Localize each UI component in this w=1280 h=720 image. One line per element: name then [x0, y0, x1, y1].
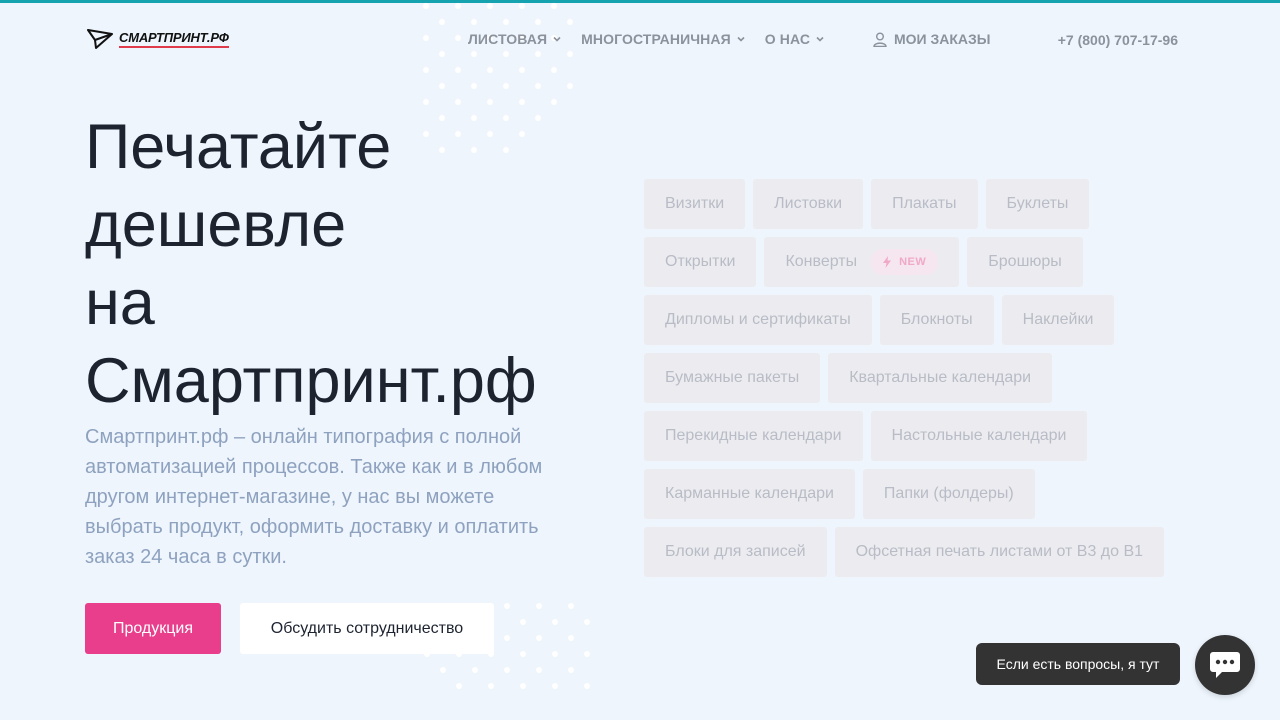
- phone-link[interactable]: +7 (800) 707-17-96: [1058, 32, 1178, 48]
- hero-title: Печатайте дешевле на Смартпринт.рф: [85, 108, 605, 420]
- tag-row: Карманные календари Папки (фолдеры): [644, 469, 1184, 519]
- new-badge-label: NEW: [899, 256, 927, 268]
- product-tag[interactable]: Офсетная печать листами от В3 до В1: [834, 527, 1165, 577]
- product-tag[interactable]: Буклеты: [985, 179, 1090, 229]
- nav-item-multipage[interactable]: МНОГОСТРАНИЧНАЯ: [581, 31, 745, 47]
- tag-row: Открытки Конверты NEW Брошюры: [644, 237, 1184, 287]
- hero-description: Смартпринт.рф – онлайн типография с полн…: [85, 426, 543, 568]
- product-tag[interactable]: Блоки для записей: [644, 527, 827, 577]
- product-tag[interactable]: Визитки: [644, 179, 746, 229]
- product-tag[interactable]: Листовки: [753, 179, 864, 229]
- site-header: СМАРТПРИНТ.РФ ЛИСТОВАЯ МНОГОСТРАНИЧНАЯ О…: [0, 26, 1280, 54]
- new-badge: NEW: [871, 249, 939, 275]
- product-tag[interactable]: Открытки: [644, 237, 757, 287]
- product-tag[interactable]: Брошюры: [967, 237, 1083, 287]
- nav-item-label: МНОГОСТРАНИЧНАЯ: [581, 31, 731, 47]
- chevron-down-icon: [553, 36, 561, 42]
- product-tag[interactable]: Дипломы и сертификаты: [644, 295, 872, 345]
- top-accent-line: [0, 0, 1280, 3]
- paper-plane-icon: [87, 29, 113, 49]
- product-tag-label: Конверты: [785, 253, 858, 270]
- my-orders-link[interactable]: МОИ ЗАКАЗЫ: [873, 31, 991, 47]
- hero-title-line: на: [85, 268, 155, 338]
- tag-row: Бумажные пакеты Квартальные календари: [644, 353, 1184, 403]
- lightning-icon: [883, 256, 892, 268]
- product-tag[interactable]: Наклейки: [1001, 295, 1115, 345]
- nav-item-about[interactable]: О НАС: [765, 31, 824, 47]
- product-tag[interactable]: Папки (фолдеры): [862, 469, 1035, 519]
- chat-tooltip: Если есть вопросы, я тут: [976, 643, 1180, 685]
- nav-item-label: О НАС: [764, 31, 811, 47]
- product-tag-envelopes[interactable]: Конверты NEW: [764, 237, 960, 287]
- tag-row: Блоки для записей Офсетная печать листам…: [644, 527, 1184, 577]
- logo[interactable]: СМАРТПРИНТ.РФ: [87, 28, 229, 50]
- product-tag[interactable]: Бумажные пакеты: [644, 353, 821, 403]
- hero-title-line: Смартпринт.рф: [85, 346, 537, 416]
- hero-title-line: дешевле: [85, 190, 347, 260]
- product-tag[interactable]: Перекидные календари: [644, 411, 863, 461]
- nav-item-sheet[interactable]: ЛИСТОВАЯ: [468, 31, 561, 47]
- tag-row: Перекидные календари Настольные календар…: [644, 411, 1184, 461]
- product-tag[interactable]: Плакаты: [871, 179, 978, 229]
- user-icon: [873, 32, 887, 47]
- chat-icon: [1210, 652, 1240, 678]
- nav-item-label: ЛИСТОВАЯ: [468, 31, 548, 47]
- product-tag[interactable]: Квартальные календари: [828, 353, 1053, 403]
- chat-button[interactable]: [1195, 635, 1255, 695]
- logo-text: СМАРТПРИНТ.РФ: [119, 30, 229, 48]
- tag-row: Дипломы и сертификаты Блокноты Наклейки: [644, 295, 1184, 345]
- product-tag[interactable]: Настольные календари: [870, 411, 1088, 461]
- tag-row: Визитки Листовки Плакаты Буклеты: [644, 179, 1184, 229]
- chevron-down-icon: [816, 36, 824, 42]
- hero-title-line: Печатайте: [85, 112, 392, 182]
- product-tag[interactable]: Блокноты: [879, 295, 994, 345]
- chevron-down-icon: [737, 36, 745, 42]
- my-orders-label: МОИ ЗАКАЗЫ: [894, 31, 991, 47]
- product-tag-cloud: Визитки Листовки Плакаты Буклеты Открытк…: [644, 179, 1184, 585]
- main-nav: ЛИСТОВАЯ МНОГОСТРАНИЧНАЯ О НАС: [468, 31, 844, 47]
- product-tag[interactable]: Карманные календари: [644, 469, 855, 519]
- discuss-cooperation-button[interactable]: Обсудить сотрудничество: [240, 603, 494, 654]
- products-button[interactable]: Продукция: [85, 603, 221, 654]
